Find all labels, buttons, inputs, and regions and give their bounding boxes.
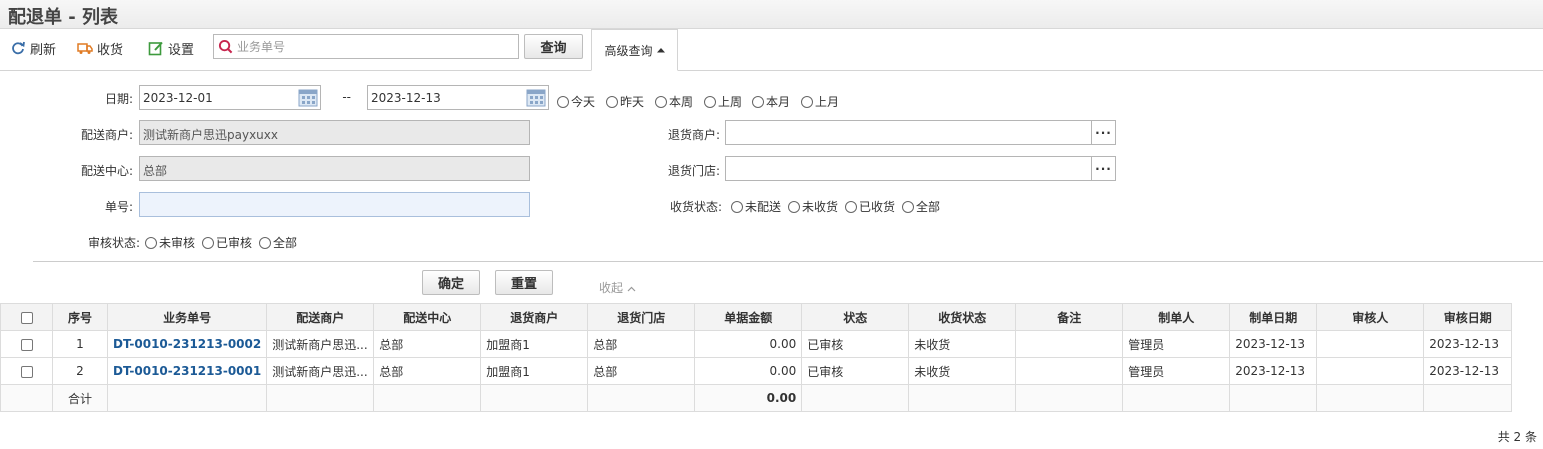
radio-received[interactable]: 已收货 (845, 198, 895, 215)
col-header: 序号 (52, 303, 108, 331)
page-title: 配退单 - 列表 (8, 7, 119, 28)
radio-not-received[interactable]: 未收货 (788, 198, 838, 215)
radio-yesterday[interactable]: 昨天 (606, 93, 644, 110)
query-button[interactable]: 查询 (524, 34, 583, 59)
radio-last-month[interactable]: 上月 (801, 93, 839, 110)
col-header[interactable]: 退货门店 (587, 303, 696, 331)
radio-this-week[interactable]: 本周 (655, 93, 693, 110)
order-number-input[interactable] (139, 192, 530, 217)
search-icon (218, 39, 233, 54)
radio-not-delivered[interactable]: 未配送 (731, 198, 781, 215)
col-header[interactable]: 退货商户 (480, 303, 589, 331)
edit-icon (148, 41, 163, 56)
row-checkbox[interactable] (0, 357, 53, 385)
table-row[interactable]: 1 DT-0010-231213-0002 测试新商户思迅... 总部 加盟商1… (0, 330, 1513, 358)
record-count: 共 2 条 (1497, 430, 1537, 444)
center-label: 配送中心: (80, 164, 133, 178)
col-header[interactable]: 制单人 (1122, 303, 1231, 331)
merchant-label: 配送商户: (80, 128, 133, 142)
return-store-field[interactable]: ··· (725, 156, 1116, 181)
chevron-up-icon (627, 286, 636, 292)
radio-this-month[interactable]: 本月 (752, 93, 790, 110)
filter-divider (33, 261, 1543, 262)
audit-status-label: 审核状态: (87, 236, 140, 250)
table-row[interactable]: 2 DT-0010-231213-0001 测试新商户思迅... 总部 加盟商1… (0, 357, 1513, 385)
caret-up-icon (656, 48, 665, 53)
col-header[interactable]: 配送中心 (373, 303, 482, 331)
return-merchant-field[interactable]: ··· (725, 120, 1116, 145)
table-header: 序号 业务单号 配送商户 配送中心 退货商户 退货门店 单据金额 状态 收货状态… (0, 303, 1513, 331)
settings-button[interactable]: 设置 (148, 38, 194, 58)
truck-icon (77, 43, 93, 54)
col-header[interactable]: 备注 (1015, 303, 1124, 331)
radio-unaudited[interactable]: 未审核 (145, 234, 195, 251)
col-header[interactable]: 状态 (801, 303, 910, 331)
radio-audited[interactable]: 已审核 (202, 234, 252, 251)
more-icon[interactable]: ··· (1091, 157, 1115, 180)
tab-advanced-query[interactable]: 高级查询 (591, 29, 678, 71)
select-all-checkbox[interactable] (0, 303, 53, 331)
search-box (213, 34, 519, 59)
date-label: 日期: (104, 92, 133, 106)
return-store-label: 退货门店: (667, 164, 720, 178)
data-table: 序号 业务单号 配送商户 配送中心 退货商户 退货门店 单据金额 状态 收货状态… (0, 303, 1513, 412)
radio-today[interactable]: 今天 (557, 93, 595, 110)
refresh-icon (12, 41, 25, 55)
search-input[interactable] (237, 39, 507, 54)
order-label: 单号: (104, 200, 133, 214)
radio-receive-all[interactable]: 全部 (902, 198, 940, 215)
return-merchant-label: 退货商户: (667, 128, 720, 142)
receive-label: 收货 (97, 42, 124, 58)
confirm-button[interactable]: 确定 (422, 270, 480, 295)
date-separator: -- (342, 90, 351, 104)
col-header[interactable]: 单据金额 (694, 303, 803, 331)
summary-amount: 0.00 (694, 384, 803, 412)
col-header[interactable]: 审核日期 (1423, 303, 1513, 331)
summary-row: 合计 0.00 (0, 384, 1513, 412)
date-to-field[interactable]: 2023-12-13 (367, 85, 549, 110)
summary-label: 合计 (52, 384, 108, 412)
col-header[interactable]: 制单日期 (1229, 303, 1318, 331)
col-header[interactable]: 配送商户 (266, 303, 375, 331)
title-bar: 配退单 - 列表 (0, 0, 1543, 29)
col-header[interactable]: 审核人 (1316, 303, 1425, 331)
calendar-icon[interactable] (297, 87, 319, 108)
settings-label: 设置 (168, 42, 195, 58)
calendar-icon[interactable] (525, 87, 547, 108)
refresh-label: 刷新 (30, 42, 57, 58)
date-from-field[interactable]: 2023-12-01 (139, 85, 321, 110)
receive-status-label: 收货状态: (669, 200, 722, 214)
date-from-value: 2023-12-01 (143, 91, 213, 105)
order-link[interactable]: DT-0010-231213-0001 (106, 357, 268, 385)
more-icon[interactable]: ··· (1091, 121, 1115, 144)
toolbar: 刷新 收货 设置 查询 高级查询 (0, 29, 1543, 71)
reset-button[interactable]: 重置 (495, 270, 553, 295)
advanced-query-label: 高级查询 (604, 43, 653, 58)
merchant-field: 测试新商户思迅payxuxx (139, 120, 530, 145)
col-header[interactable]: 收货状态 (908, 303, 1017, 331)
receive-button[interactable]: 收货 (77, 38, 123, 58)
order-link[interactable]: DT-0010-231213-0002 (106, 330, 268, 358)
date-to-value: 2023-12-13 (371, 91, 441, 105)
radio-audit-all[interactable]: 全部 (259, 234, 297, 251)
collapse-button[interactable]: 收起 (599, 279, 636, 296)
refresh-button[interactable]: 刷新 (10, 38, 56, 58)
col-header[interactable]: 业务单号 (106, 303, 268, 331)
row-checkbox[interactable] (0, 330, 53, 358)
radio-last-week[interactable]: 上周 (704, 93, 742, 110)
center-field: 总部 (139, 156, 530, 181)
